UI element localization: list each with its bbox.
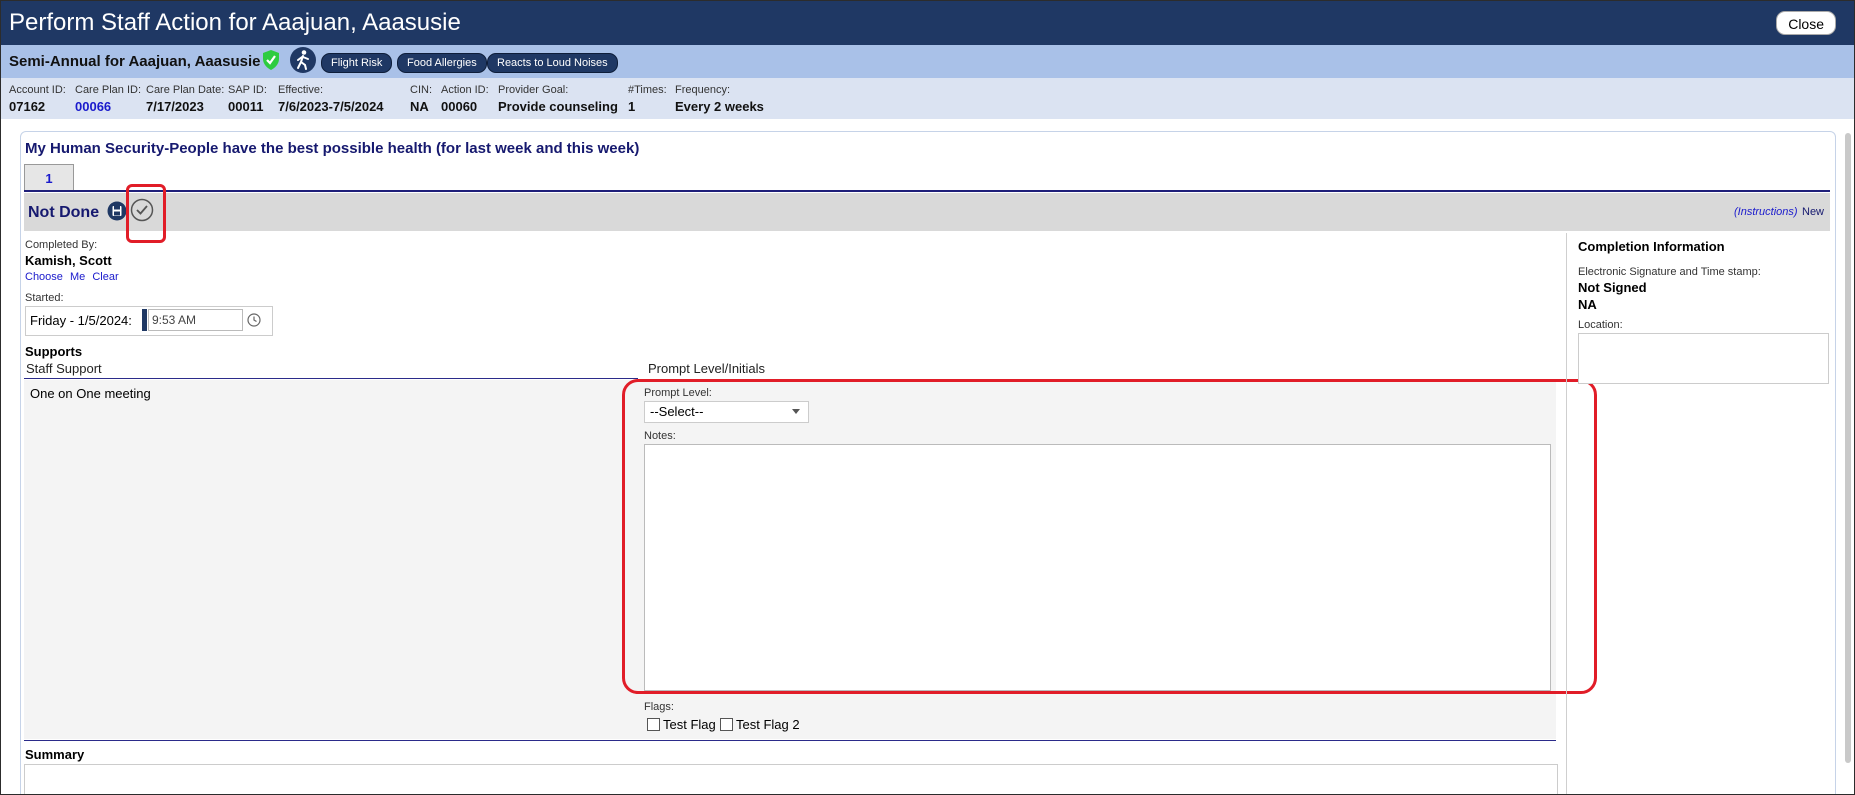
plan-info-bar: Account ID: 07162 Care Plan ID: 00066 Ca… [1, 78, 1854, 119]
care-plan-id-link[interactable]: 00066 [75, 99, 141, 114]
support-item: One on One meeting [30, 386, 151, 401]
supports-heading: Supports [25, 344, 83, 359]
completion-info-heading: Completion Information [1578, 239, 1725, 254]
plan-title: Semi-Annual for Aaajuan, Aaasusie [9, 53, 261, 70]
location-input[interactable] [1578, 333, 1829, 384]
tag-flight-risk[interactable]: Flight Risk [321, 53, 393, 73]
signature-timestamp: NA [1578, 297, 1597, 312]
summary-divider [24, 740, 1556, 741]
info-care-plan-date: Care Plan Date: 7/17/2023 [146, 84, 225, 114]
completed-by-label: Completed By: [25, 239, 98, 251]
completed-by-name: Kamish, Scott [25, 253, 112, 268]
signature-status: Not Signed [1578, 280, 1647, 295]
time-input-accent [142, 309, 147, 331]
status-bar [24, 193, 1830, 231]
verified-shield-icon [263, 50, 279, 70]
save-icon[interactable] [107, 201, 127, 221]
completed-by-links: Choose Me Clear [25, 271, 123, 283]
info-provider-goal: Provider Goal: Provide counseling [498, 84, 618, 114]
flags-label: Flags: [644, 701, 674, 713]
clear-link[interactable]: Clear [92, 271, 118, 283]
summary-textarea[interactable] [24, 764, 1558, 794]
info-cin: CIN: NA [410, 84, 432, 114]
supports-header-line [24, 378, 638, 379]
choose-link[interactable]: Choose [25, 271, 63, 283]
info-times: #Times: 1 [628, 84, 667, 114]
column-separator [1566, 233, 1567, 794]
dialog-title: Perform Staff Action for Aaajuan, Aaasus… [9, 9, 461, 36]
started-label: Started: [25, 292, 64, 304]
started-day: Friday - 1/5/2024: [30, 313, 132, 328]
goal-title: My Human Security-People have the best p… [25, 140, 640, 157]
info-action-id: Action ID: 00060 [441, 84, 489, 114]
status-label: Not Done [28, 204, 100, 221]
new-status-label: New [1802, 206, 1825, 218]
info-frequency: Frequency: Every 2 weeks [675, 84, 764, 114]
highlight-box-prompt-notes [622, 379, 1597, 694]
instructions-link[interactable]: (Instructions) [1734, 206, 1798, 218]
tag-loud-noises[interactable]: Reacts to Loud Noises [487, 53, 618, 73]
summary-heading: Summary [25, 747, 85, 762]
tab-underline [24, 190, 1830, 192]
started-time-input[interactable]: 9:53 AM [148, 309, 243, 331]
prompt-level-header: Prompt Level/Initials [648, 361, 766, 376]
staff-support-header: Staff Support [26, 361, 102, 376]
me-link[interactable]: Me [70, 271, 85, 283]
tab-1[interactable]: 1 [24, 164, 74, 191]
staff-support-cell [24, 380, 638, 739]
highlight-box-complete [126, 184, 166, 243]
walking-person-icon [290, 47, 316, 73]
close-button[interactable]: Close [1776, 11, 1836, 35]
info-care-plan-id: Care Plan ID: 00066 [75, 84, 142, 114]
checkbox[interactable] [720, 718, 733, 731]
tag-food-allergies[interactable]: Food Allergies [397, 53, 487, 73]
info-effective: Effective: 7/6/2023-7/5/2024 [278, 84, 384, 114]
clock-icon[interactable] [247, 313, 261, 327]
signature-label: Electronic Signature and Time stamp: [1578, 266, 1761, 278]
staff-action-dialog: Perform Staff Action for Aaajuan, Aaasus… [0, 0, 1855, 795]
info-sap-id: SAP ID: 00011 [228, 84, 267, 114]
dialog-title-bar: Perform Staff Action for Aaajuan, Aaasus… [1, 1, 1854, 45]
vertical-scrollbar[interactable] [1845, 133, 1851, 763]
location-label: Location: [1578, 319, 1623, 331]
flag-test-flag[interactable]: Test Flag [647, 717, 716, 732]
flag-test-flag-2[interactable]: Test Flag 2 [720, 717, 800, 732]
checkbox[interactable] [647, 718, 660, 731]
info-account-id: Account ID: 07162 [9, 84, 66, 114]
